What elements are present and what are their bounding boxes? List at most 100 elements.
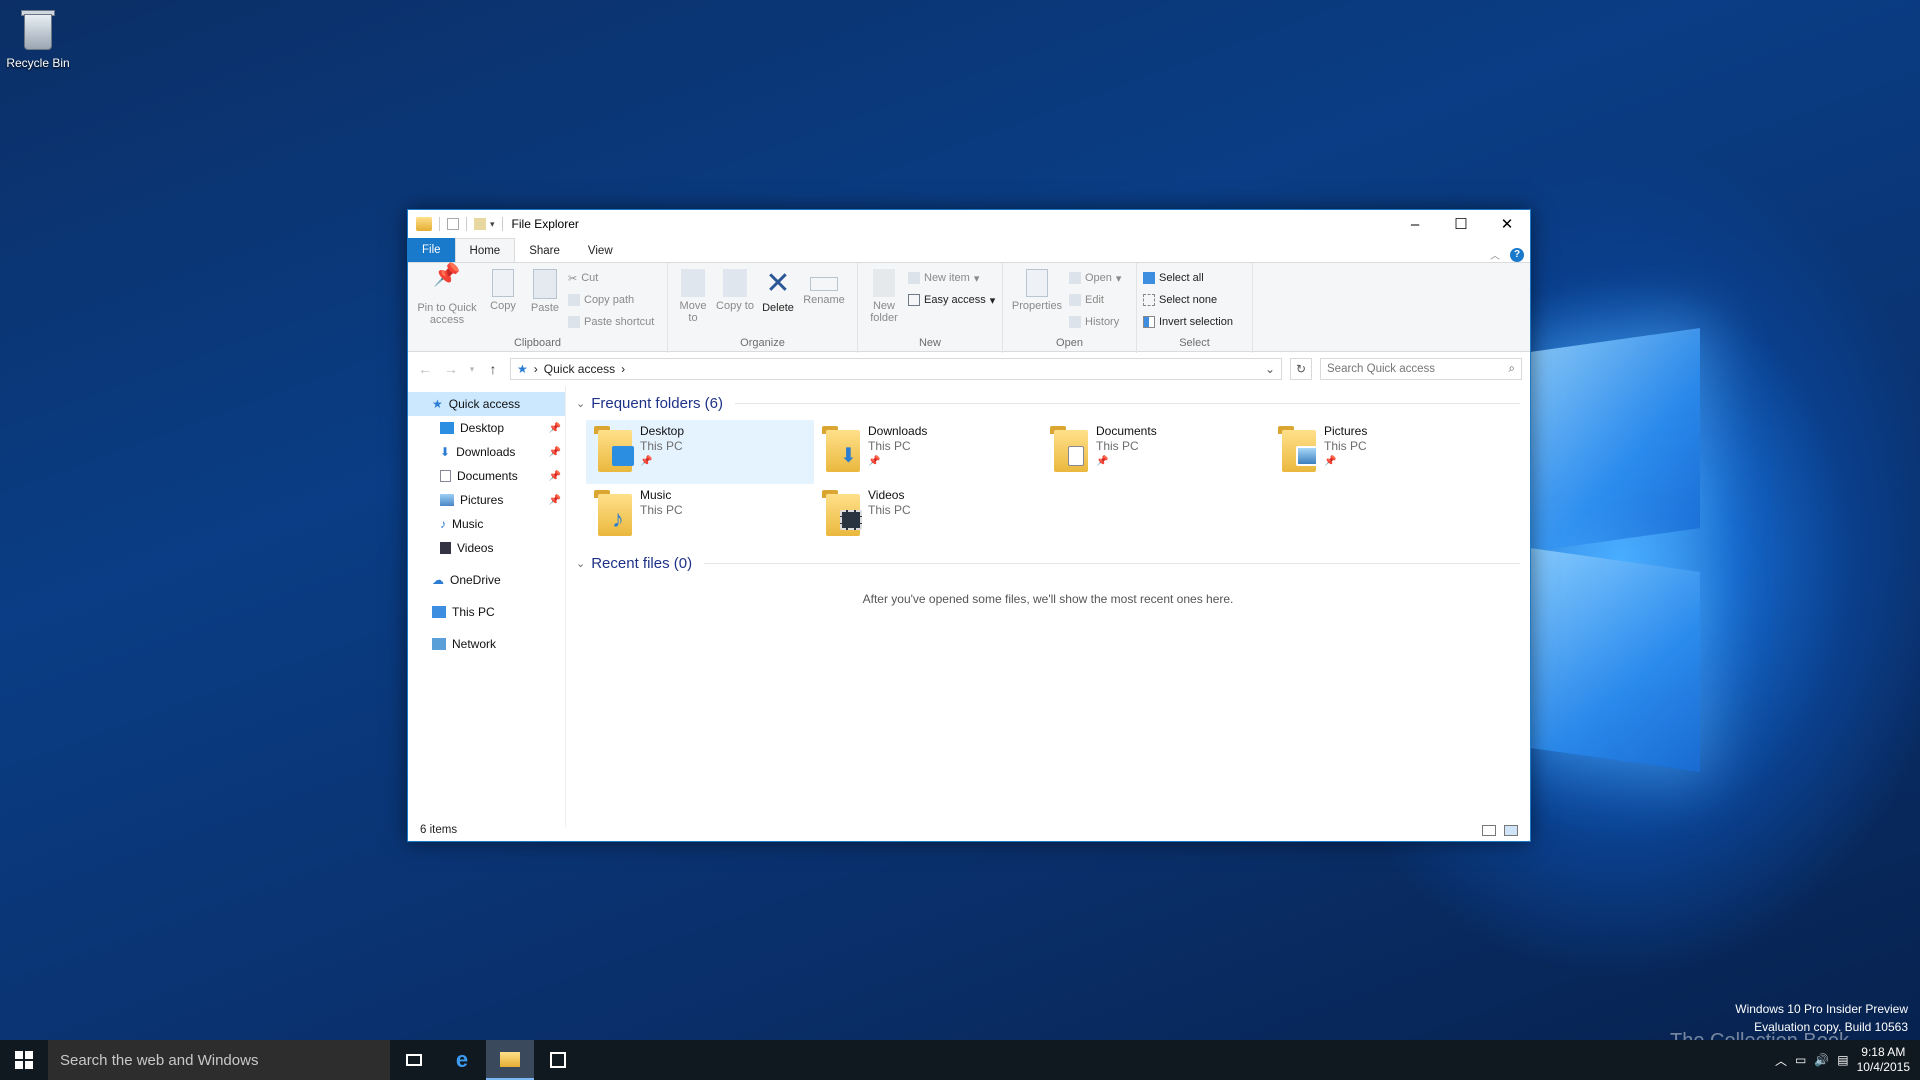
- computer-icon: [432, 606, 446, 618]
- nav-item-documents[interactable]: Documents 📌: [408, 464, 565, 488]
- folder-tile-documents[interactable]: Documents This PC 📌: [1042, 420, 1270, 484]
- folder-tile-pictures[interactable]: Pictures This PC 📌: [1270, 420, 1498, 484]
- clock-time: 9:18 AM: [1861, 1045, 1906, 1059]
- copy-icon: [492, 269, 514, 297]
- cut-button[interactable]: ✂ Cut: [568, 270, 654, 286]
- edge-button[interactable]: e: [438, 1040, 486, 1080]
- search-input[interactable]: Search Quick access ⌕: [1320, 358, 1522, 380]
- new-item-icon: [908, 272, 920, 284]
- watermark-line-1: Windows 10 Pro Insider Preview: [1735, 1002, 1908, 1016]
- ribbon-tabs: File Home Share View ︿ ?: [408, 238, 1530, 262]
- copy-to-label: Copy to: [716, 300, 754, 312]
- paste-shortcut-label: Paste shortcut: [584, 316, 655, 328]
- file-explorer-taskbar-button[interactable]: [486, 1040, 534, 1080]
- breadcrumb-chevron-icon: ›: [621, 362, 626, 376]
- nav-label: Network: [452, 637, 497, 651]
- back-arrow-icon[interactable]: ←: [416, 361, 434, 377]
- folder-icon: [500, 1051, 520, 1067]
- recent-files-header[interactable]: ⌄ Recent files (0): [576, 552, 1520, 574]
- start-button[interactable]: [0, 1040, 48, 1080]
- recycle-bin-desktop-icon[interactable]: Recycle Bin: [6, 8, 70, 70]
- section-title: Frequent folders (6): [591, 394, 723, 412]
- file-explorer-window: ▾ File Explorer – ☐ ✕ File Home Share Vi…: [407, 209, 1531, 842]
- store-button[interactable]: [534, 1040, 582, 1080]
- breadcrumb-quick-access[interactable]: Quick access: [544, 362, 615, 376]
- refresh-icon[interactable]: ↻: [1290, 358, 1312, 380]
- item-count: 6 items: [420, 824, 458, 836]
- chevron-down-icon: ⌄: [576, 397, 586, 410]
- cloud-icon: ☁: [432, 573, 444, 587]
- folder-location: This PC: [640, 439, 683, 453]
- nav-item-pictures[interactable]: Pictures 📌: [408, 488, 565, 512]
- select-all-button[interactable]: Select all: [1143, 270, 1233, 286]
- edit-button[interactable]: Edit: [1069, 292, 1121, 308]
- select-none-button[interactable]: Select none: [1143, 292, 1233, 308]
- show-hidden-icons-icon[interactable]: ︿: [1775, 1052, 1787, 1069]
- close-button[interactable]: ✕: [1484, 210, 1530, 238]
- details-view-icon[interactable]: [1482, 824, 1496, 836]
- tab-file[interactable]: File: [408, 238, 455, 262]
- easy-access-button[interactable]: Easy access ▾: [908, 292, 995, 308]
- open-button[interactable]: Open ▾: [1069, 270, 1121, 286]
- desktop-folder-icon: [594, 426, 634, 474]
- new-folder-qat-icon[interactable]: [474, 218, 486, 230]
- volume-icon[interactable]: 🔊: [1814, 1053, 1829, 1067]
- task-view-button[interactable]: [390, 1040, 438, 1080]
- downloads-folder-icon: ⬇: [822, 426, 862, 474]
- nav-item-videos[interactable]: Videos: [408, 536, 565, 560]
- nav-item-downloads[interactable]: ⬇ Downloads 📌: [408, 440, 565, 464]
- address-bar[interactable]: ★ › Quick access › ⌄: [510, 358, 1282, 380]
- help-icon[interactable]: ?: [1510, 247, 1524, 262]
- nav-item-music[interactable]: ♪ Music: [408, 512, 565, 536]
- nav-onedrive[interactable]: ☁ OneDrive: [408, 568, 565, 592]
- folder-name: Videos: [868, 488, 905, 502]
- nav-quick-access[interactable]: ★ Quick access: [408, 392, 565, 416]
- new-item-button[interactable]: New item ▾: [908, 270, 995, 286]
- folder-location: This PC: [868, 503, 911, 517]
- copy-path-button[interactable]: Copy path: [568, 292, 654, 308]
- search-placeholder: Search Quick access: [1327, 363, 1436, 375]
- task-view-icon: [406, 1054, 422, 1066]
- nav-this-pc[interactable]: This PC: [408, 600, 565, 624]
- history-button[interactable]: History: [1069, 314, 1121, 330]
- qat-dropdown-icon[interactable]: ▾: [490, 219, 495, 230]
- up-arrow-icon[interactable]: ↑: [484, 361, 502, 377]
- paste-shortcut-button[interactable]: Paste shortcut: [568, 314, 654, 330]
- nav-label: Downloads: [456, 445, 516, 459]
- invert-selection-button[interactable]: Invert selection: [1143, 314, 1233, 330]
- taskbar-search-placeholder: Search the web and Windows: [60, 1051, 259, 1069]
- large-icons-view-icon[interactable]: [1504, 824, 1518, 836]
- folder-tile-desktop[interactable]: Desktop This PC 📌: [586, 420, 814, 484]
- clipboard-group-label: Clipboard: [513, 337, 562, 349]
- clipboard-group: 📌 Pin to Quick access Copy Paste ✂ Cut Cop…: [408, 263, 668, 353]
- nav-network[interactable]: Network: [408, 632, 565, 656]
- pictures-folder-icon: [1278, 426, 1318, 474]
- folder-tile-downloads[interactable]: ⬇ Downloads This PC 📌: [814, 420, 1042, 484]
- network-tray-icon[interactable]: ▭: [1795, 1053, 1806, 1067]
- delete-x-icon: ✕: [765, 267, 791, 300]
- forward-arrow-icon[interactable]: →: [442, 361, 460, 377]
- clock[interactable]: 9:18 AM 10/4/2015: [1857, 1045, 1910, 1075]
- collapse-ribbon-icon[interactable]: ︿: [1490, 247, 1500, 262]
- nav-item-desktop[interactable]: Desktop 📌: [408, 416, 565, 440]
- pin-label: Pin to Quick access: [417, 302, 477, 326]
- properties-qat-icon[interactable]: [447, 218, 459, 230]
- tab-home[interactable]: Home: [454, 238, 516, 262]
- folder-tile-music[interactable]: ♪ Music This PC: [586, 484, 814, 548]
- history-icon: [1069, 316, 1081, 328]
- action-center-icon[interactable]: ▤: [1837, 1053, 1848, 1067]
- nav-label: Videos: [457, 541, 494, 555]
- taskbar-search-box[interactable]: Search the web and Windows: [48, 1040, 390, 1080]
- maximize-button[interactable]: ☐: [1438, 210, 1484, 238]
- folder-name: Desktop: [640, 424, 685, 438]
- pin-icon: 📌: [1324, 456, 1337, 467]
- invert-selection-icon: [1143, 316, 1155, 328]
- frequent-folders-header[interactable]: ⌄ Frequent folders (6): [576, 392, 1520, 414]
- folder-tile-videos[interactable]: Videos This PC: [814, 484, 1042, 548]
- tab-share[interactable]: Share: [515, 240, 574, 262]
- address-dropdown-icon[interactable]: ⌄: [1265, 362, 1275, 376]
- tab-view[interactable]: View: [574, 240, 627, 262]
- nav-label: Music: [452, 517, 484, 531]
- minimize-button[interactable]: –: [1392, 210, 1438, 238]
- recent-locations-icon[interactable]: ▾: [468, 364, 476, 375]
